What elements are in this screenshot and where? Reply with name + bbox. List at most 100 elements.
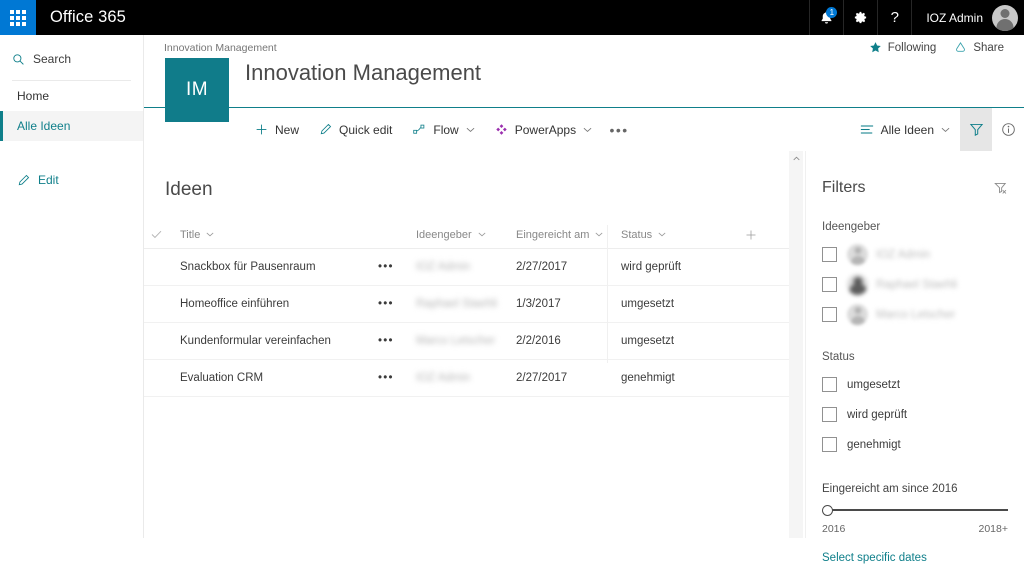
filter-option-status-genehmigt[interactable]: genehmigt	[822, 432, 1008, 457]
person-avatar-icon	[847, 244, 868, 265]
cell-status: umgesetzt	[621, 335, 731, 347]
row-actions-button[interactable]: •••	[378, 298, 416, 310]
filter-option-ideengeber[interactable]: Marco Letscher	[822, 302, 1008, 327]
slider-min-label: 2016	[822, 523, 845, 535]
slider-thumb[interactable]	[822, 505, 833, 516]
checkbox[interactable]	[822, 377, 837, 392]
cell-eingereicht-am: 2/27/2017	[516, 372, 621, 384]
notifications-button[interactable]: 1	[809, 0, 843, 35]
cell-ideengeber: IOZ Admin	[416, 372, 516, 384]
clear-filters-button[interactable]	[993, 181, 1008, 195]
breadcrumb[interactable]: Innovation Management	[164, 42, 277, 54]
table-row[interactable]: Snackbox für Pausenraum ••• IOZ Admin 2/…	[144, 249, 803, 286]
column-label: Eingereicht am	[516, 229, 589, 241]
chevron-down-icon	[941, 127, 950, 133]
info-button[interactable]	[992, 108, 1024, 152]
cell-title: Kundenformular vereinfachen	[178, 335, 378, 347]
filter-option-ideengeber[interactable]: Raphael Staehli	[822, 272, 1008, 297]
share-icon	[954, 41, 967, 54]
cell-ideengeber: Marco Letscher	[416, 335, 516, 347]
select-all-checkbox[interactable]	[151, 230, 178, 239]
cell-eingereicht-am: 2/2/2016	[516, 335, 621, 347]
view-selector-button[interactable]: Alle Ideen	[850, 108, 960, 152]
plus-icon	[255, 123, 268, 136]
date-range-slider[interactable]	[822, 503, 1008, 517]
slider-max-label: 2018+	[979, 523, 1009, 535]
select-specific-dates-link[interactable]: Select specific dates	[822, 552, 1008, 564]
items-table: Title Ideengeber Eingereicht am	[144, 221, 803, 397]
row-actions-button[interactable]: •••	[378, 372, 416, 384]
table-row[interactable]: Evaluation CRM ••• IOZ Admin 2/27/2017 g…	[144, 360, 803, 397]
checkbox[interactable]	[822, 307, 837, 322]
following-label: Following	[888, 42, 937, 54]
filter-funnel-icon	[969, 122, 984, 137]
app-launcher-button[interactable]	[0, 0, 36, 35]
list-title[interactable]: Ideen	[144, 151, 803, 201]
checkbox[interactable]	[822, 437, 837, 452]
app-launcher-icon	[10, 10, 26, 26]
quick-edit-button[interactable]: Quick edit	[309, 108, 402, 152]
scroll-up-button[interactable]	[789, 151, 803, 165]
filter-option-ideengeber[interactable]: IOZ Admin	[822, 242, 1008, 267]
ellipsis-icon: •••	[609, 122, 628, 138]
sidebar-item-home[interactable]: Home	[0, 81, 143, 111]
sidebar-item-alle-ideen[interactable]: Alle Ideen	[0, 111, 143, 141]
table-header-row: Title Ideengeber Eingereicht am	[144, 221, 803, 249]
new-label: New	[275, 123, 299, 137]
chevron-down-icon	[658, 232, 666, 237]
chevron-down-icon	[206, 232, 214, 237]
checkbox[interactable]	[822, 407, 837, 422]
site-logo-initials: IM	[186, 79, 208, 101]
row-actions-button[interactable]: •••	[378, 335, 416, 347]
filter-toggle-button[interactable]	[960, 108, 992, 152]
column-header-ideengeber[interactable]: Ideengeber	[416, 229, 516, 241]
add-column-button[interactable]	[731, 229, 771, 241]
cell-ideengeber: Raphael Staehli	[416, 298, 516, 310]
column-header-title[interactable]: Title	[178, 229, 378, 241]
date-slider-label: Eingereicht am since 2016	[822, 483, 1008, 495]
table-row[interactable]: Kundenformular vereinfachen ••• Marco Le…	[144, 323, 803, 360]
column-label: Status	[621, 229, 652, 241]
filters-heading: Filters	[822, 179, 866, 197]
person-avatar-icon	[847, 304, 868, 325]
vertical-scrollbar[interactable]	[789, 151, 803, 538]
checkbox[interactable]	[822, 277, 837, 292]
help-button[interactable]: ?	[877, 0, 911, 35]
edit-navigation-button[interactable]: Edit	[0, 165, 143, 195]
redacted-name: IOZ Admin	[416, 372, 470, 384]
chevron-down-icon	[466, 127, 475, 133]
filter-option-status-umgesetzt[interactable]: umgesetzt	[822, 372, 1008, 397]
question-mark-icon: ?	[891, 10, 899, 25]
new-button[interactable]: New	[245, 108, 309, 152]
person-avatar-icon	[992, 5, 1018, 31]
following-button[interactable]: Following	[869, 41, 937, 54]
overflow-menu-button[interactable]: •••	[602, 108, 636, 152]
powerapps-button[interactable]: PowerApps	[485, 108, 602, 152]
search-input[interactable]: Search	[0, 43, 143, 75]
column-header-eingereicht-am[interactable]: Eingereicht am	[516, 229, 621, 241]
suite-bar-actions: 1 ? IOZ Admin	[809, 0, 1024, 35]
cell-title: Evaluation CRM	[178, 372, 378, 384]
suite-brand-label[interactable]: Office 365	[36, 8, 126, 27]
column-header-status[interactable]: Status	[621, 229, 731, 241]
chevron-down-icon	[478, 232, 486, 237]
flow-button[interactable]: Flow	[402, 108, 484, 152]
plus-icon	[745, 229, 757, 241]
table-row[interactable]: Homeoffice einführen ••• Raphael Staehli…	[144, 286, 803, 323]
settings-button[interactable]	[843, 0, 877, 35]
row-actions-button[interactable]: •••	[378, 261, 416, 273]
quick-edit-label: Quick edit	[339, 123, 392, 137]
user-name-label: IOZ Admin	[926, 11, 992, 25]
share-button[interactable]: Share	[954, 41, 1004, 54]
cell-status: umgesetzt	[621, 298, 731, 310]
user-menu[interactable]: IOZ Admin	[911, 0, 1024, 35]
page-title[interactable]: Innovation Management	[245, 60, 481, 86]
site-content-area: Innovation Management Following Share IM…	[144, 35, 1024, 538]
suite-bar: Office 365 1 ? IOZ Admin	[0, 0, 1024, 35]
filter-option-status-wird-geprueft[interactable]: wird geprüft	[822, 402, 1008, 427]
checkbox[interactable]	[822, 247, 837, 262]
redacted-name: IOZ Admin	[416, 261, 470, 273]
filters-panel: Filters Ideengeber IOZ Admin Raphael Sta…	[805, 151, 1024, 538]
flow-icon	[412, 123, 426, 136]
flow-label: Flow	[433, 123, 458, 137]
